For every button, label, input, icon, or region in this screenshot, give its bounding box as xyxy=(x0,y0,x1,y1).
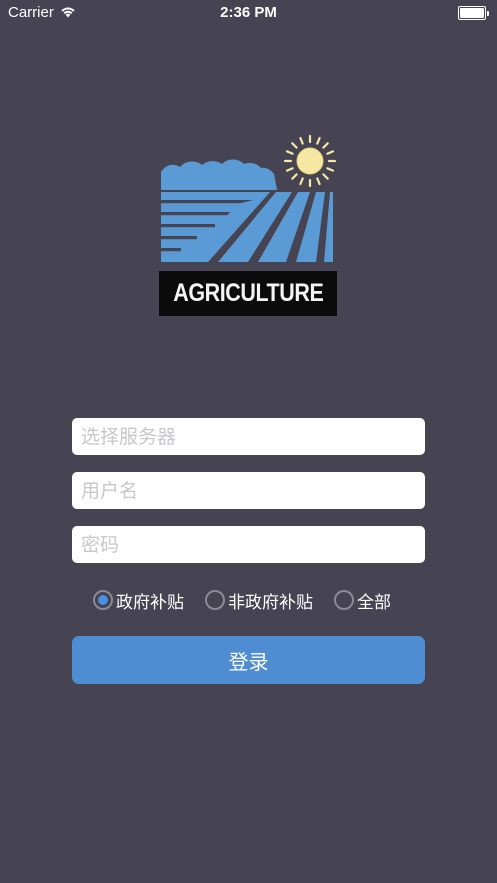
logo-text: AGRICULTURE xyxy=(172,279,324,307)
agriculture-logo: AGRICULTURE xyxy=(158,134,339,317)
logo-badge: AGRICULTURE xyxy=(159,271,337,316)
username-input[interactable] xyxy=(81,479,416,502)
login-button[interactable]: 登录 xyxy=(72,636,425,684)
radio-label: 全部 xyxy=(357,592,391,613)
username-field[interactable] xyxy=(72,472,425,509)
radio-unchecked-icon[interactable] xyxy=(205,590,225,610)
radio-all[interactable]: 全部 xyxy=(334,588,391,613)
subsidy-filter-radio-group: 政府补贴 非政府补贴 全部 xyxy=(93,587,391,613)
radio-label: 政府补贴 xyxy=(116,592,184,613)
radio-government-subsidy[interactable]: 政府补贴 xyxy=(93,588,184,613)
radio-non-government-subsidy[interactable]: 非政府补贴 xyxy=(205,588,313,613)
password-field[interactable] xyxy=(72,526,425,563)
radio-unchecked-icon[interactable] xyxy=(334,590,354,610)
battery-body xyxy=(458,6,486,20)
battery-fill xyxy=(460,8,484,18)
radio-label: 非政府补贴 xyxy=(228,592,313,613)
server-select-input[interactable] xyxy=(81,425,416,448)
server-select-field[interactable] xyxy=(72,418,425,455)
battery-tip xyxy=(487,10,489,16)
password-input[interactable] xyxy=(81,533,416,556)
farm-field-icon xyxy=(161,134,337,262)
battery-icon xyxy=(458,6,489,20)
radio-checked-icon[interactable] xyxy=(93,590,113,610)
status-time: 2:36 PM xyxy=(220,4,277,21)
status-bar: Carrier 2:36 PM xyxy=(0,0,497,26)
